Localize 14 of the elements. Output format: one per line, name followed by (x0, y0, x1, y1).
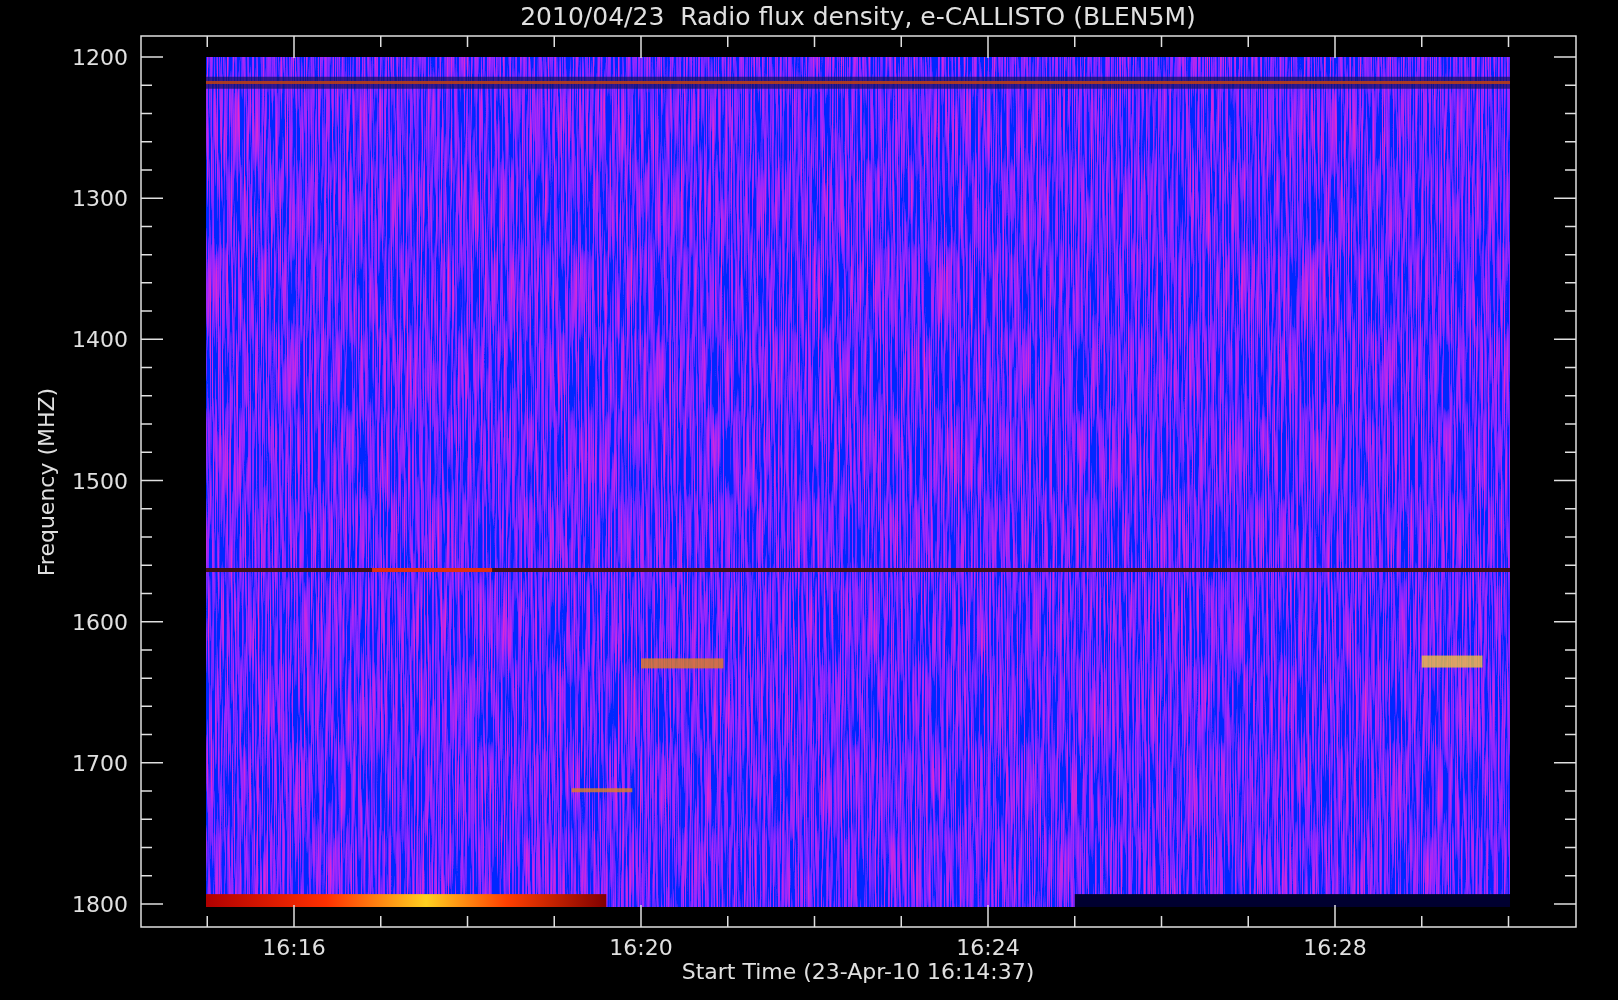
y-tick-label: 1600 (72, 609, 128, 635)
chart-title: 2010/04/23 Radio flux density, e-CALLISTO (BLEN5M) (520, 2, 1196, 31)
y-tick-label: 1800 (72, 892, 128, 917)
x-tick-label: 16:16 (262, 935, 326, 960)
y-tick-label: 1300 (72, 186, 128, 212)
x-tick-label: 16:20 (609, 935, 673, 960)
y-tick-label: 1400 (72, 327, 128, 353)
y-tick-label: 1200 (72, 45, 128, 70)
y-axis-label: Frequency (MHZ) (34, 387, 59, 577)
y-tick-label: 1500 (72, 468, 128, 494)
x-tick-label: 16:24 (956, 935, 1020, 960)
x-tick-label: 16:28 (1303, 935, 1367, 960)
x-axis-label: Start Time (23-Apr-10 16:14:37) (681, 959, 1035, 984)
y-tick-label: 1700 (72, 750, 128, 776)
